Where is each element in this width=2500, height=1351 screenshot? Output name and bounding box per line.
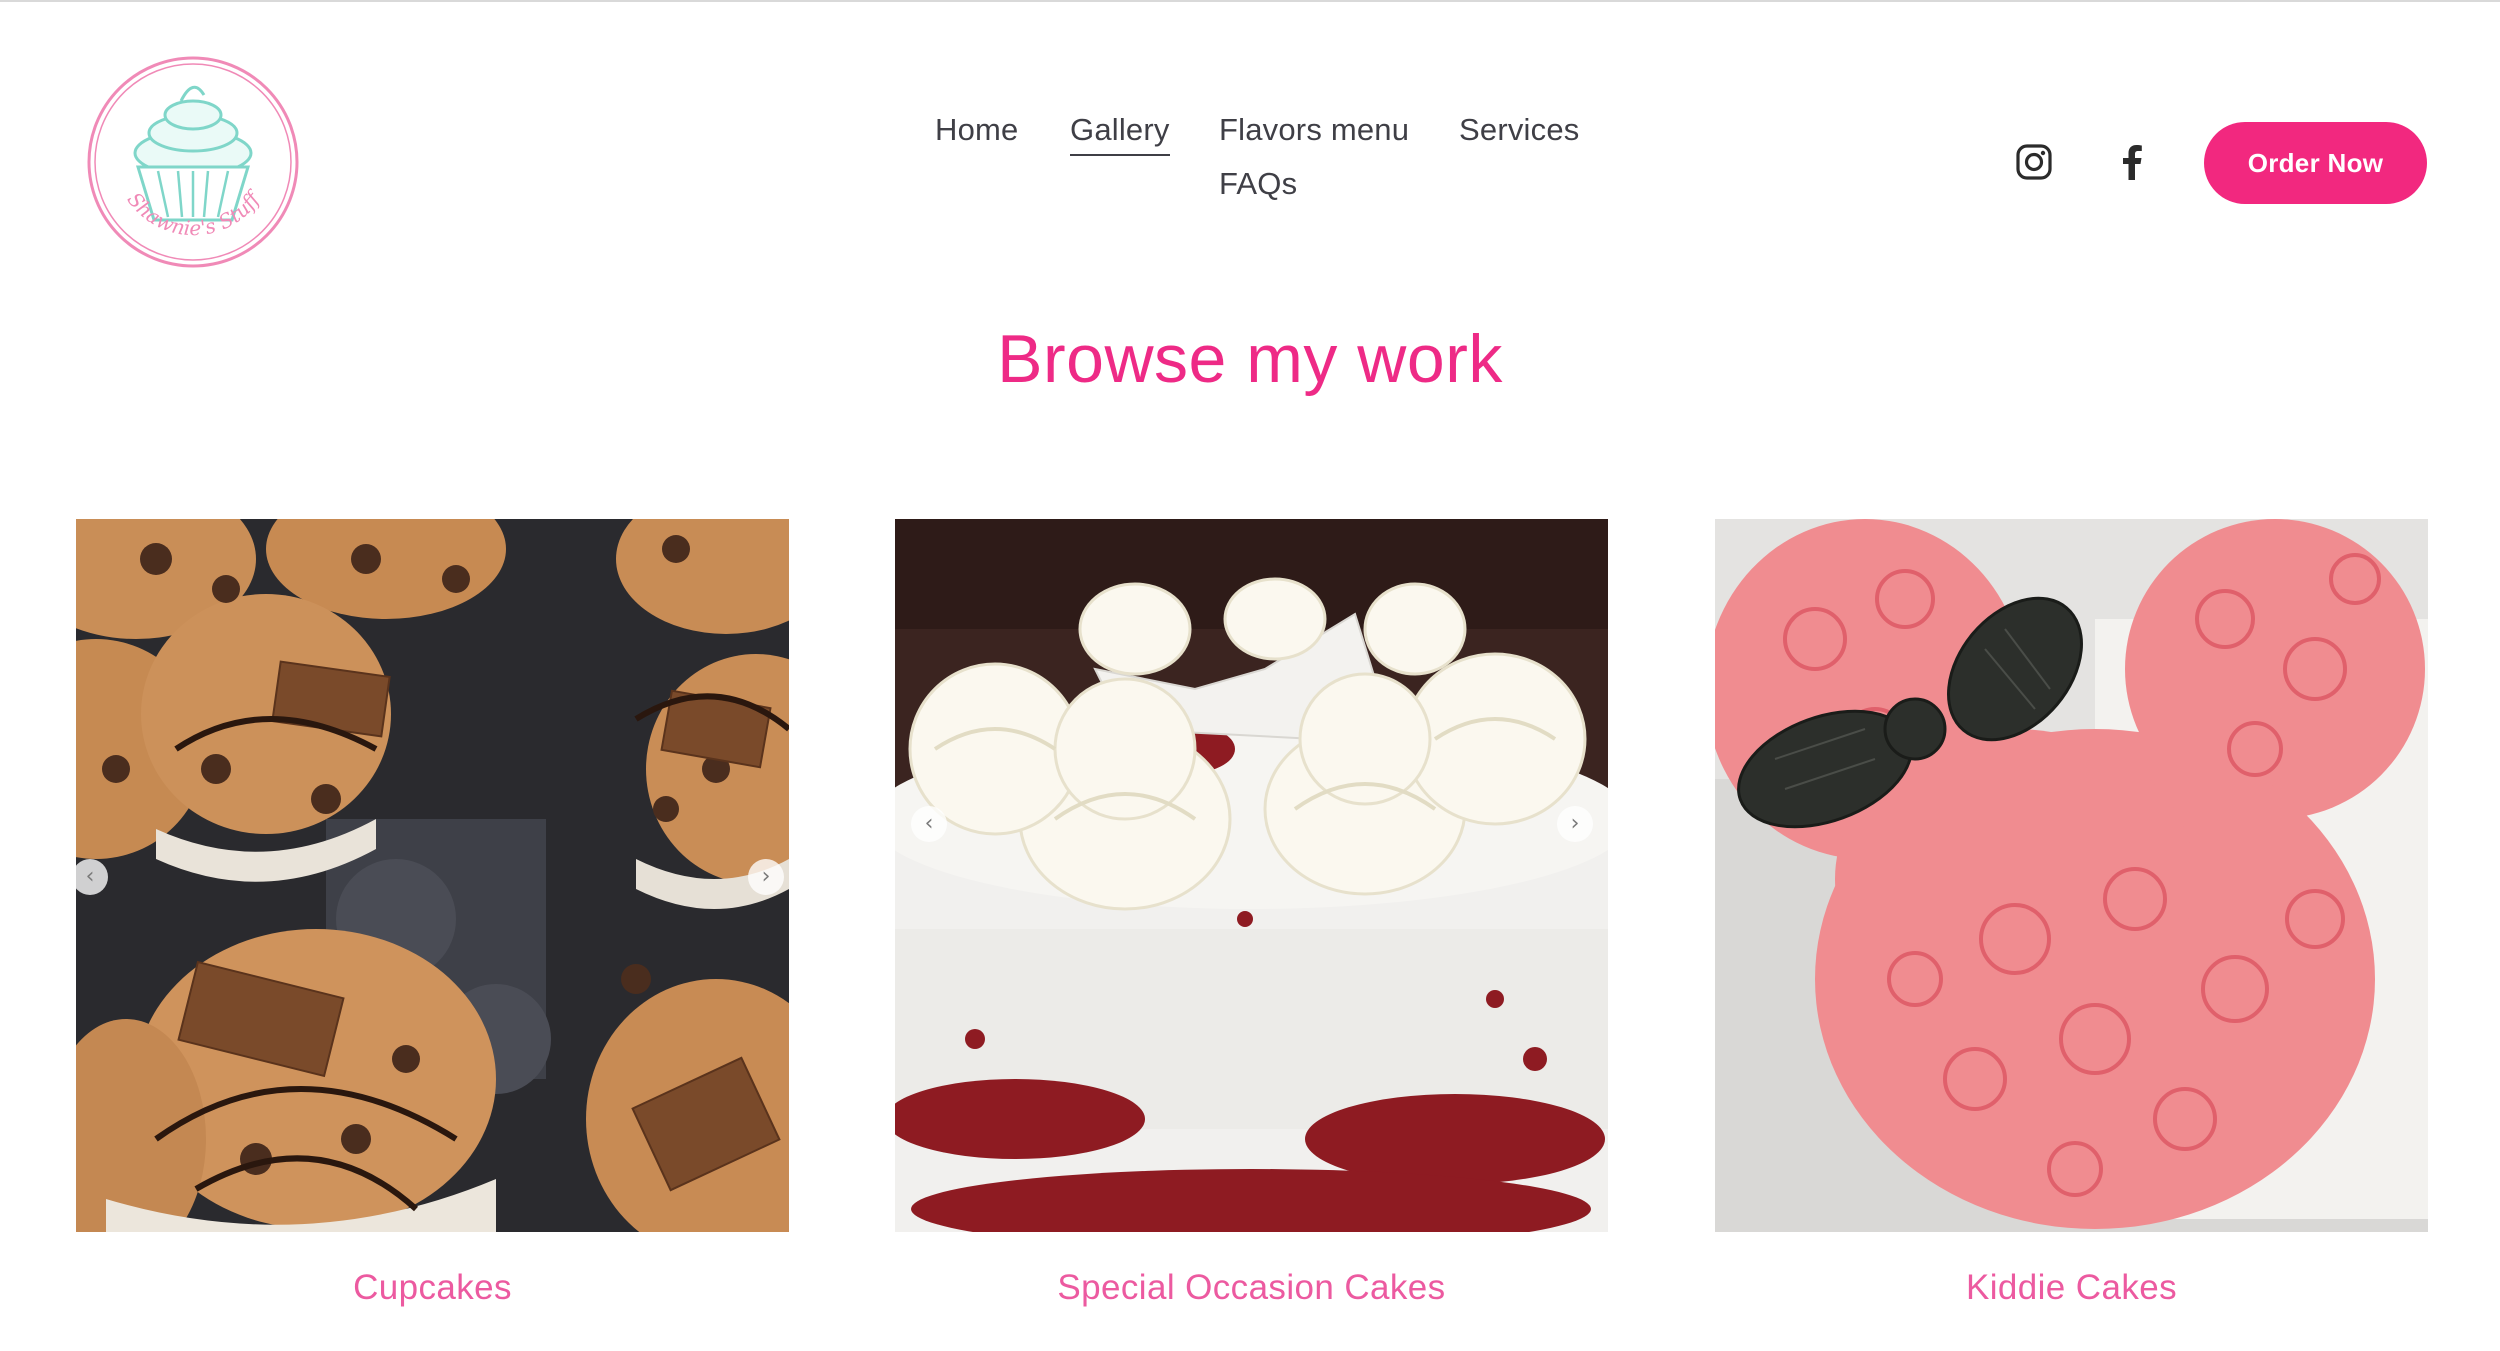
logo[interactable]: Shawnie's Stuff [86,55,300,269]
gallery-label-kiddie-cakes[interactable]: Kiddie Cakes [1715,1268,2428,1308]
gallery-card-kiddie-cakes: Kiddie Cakes [1715,519,2428,1307]
carousel-next-button[interactable]: › [1557,806,1593,842]
nav-services[interactable]: Services [1459,110,1579,150]
carousel-prev-button[interactable]: ‹ [911,806,947,842]
gallery-image-kiddie-cakes[interactable] [1715,519,2428,1232]
nav-flavors-menu[interactable]: Flavors menu [1219,110,1409,150]
special-occasion-cake-photo [895,519,1608,1232]
page-title: Browse my work [997,321,1503,397]
gallery-card-cupcakes: ‹ › Cupcakes [76,519,789,1307]
carousel-next-button[interactable]: › [748,859,784,895]
nav-home[interactable]: Home [935,110,1019,150]
nav-faqs[interactable]: FAQs [1219,164,1297,204]
kiddie-cake-photo [1715,519,2428,1232]
cupcakes-photo [76,519,789,1232]
instagram-icon[interactable] [2014,142,2054,182]
order-now-button[interactable]: Order Now [2204,122,2427,204]
facebook-icon[interactable] [2112,142,2152,182]
gallery-label-cupcakes[interactable]: Cupcakes [76,1268,789,1308]
gallery-image-special-occasion-cakes[interactable]: ‹ › [895,519,1608,1232]
gallery-label-special-occasion-cakes[interactable]: Special Occasion Cakes [895,1268,1608,1308]
nav-gallery[interactable]: Gallery [1070,110,1170,156]
gallery-image-cupcakes[interactable]: ‹ › [76,519,789,1232]
page: Shawnie's Stuff Home Gallery Flavors men… [0,0,2500,1351]
gallery-card-special-occasion-cakes: ‹ › Special Occasion Cakes [895,519,1608,1307]
